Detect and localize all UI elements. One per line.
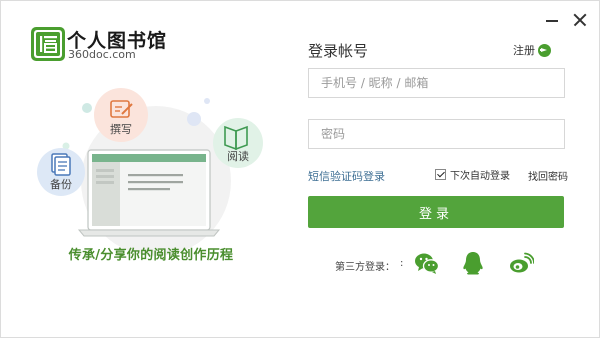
login-window: 个人图书馆 360doc.com 撰写 备份 阅读 传承/分享你的阅读创作历程 … <box>0 0 600 338</box>
register-label: 注册 <box>513 44 535 57</box>
feature-illustration: 撰写 备份 阅读 <box>37 88 263 256</box>
close-button[interactable] <box>571 11 589 29</box>
forgot-password-link[interactable]: 找回密码 <box>528 168 568 183</box>
qq-icon[interactable] <box>460 250 486 276</box>
auto-login-checkbox[interactable] <box>435 169 446 180</box>
feature-read-label: 阅读 <box>227 149 249 163</box>
login-button[interactable]: 登录 <box>308 196 564 228</box>
arrow-right-icon <box>538 43 551 57</box>
bubble <box>82 103 92 113</box>
third-party-separator: : <box>400 258 404 269</box>
username-field[interactable] <box>308 68 565 98</box>
auto-login-label: 下次自动登录 <box>450 171 510 182</box>
sms-login-link[interactable]: 短信验证码登录 <box>308 168 385 184</box>
brand-subtitle: 360doc.com <box>68 48 136 61</box>
feature-backup-label: 备份 <box>50 177 72 191</box>
wechat-icon[interactable] <box>414 250 440 276</box>
weibo-icon[interactable] <box>508 250 534 276</box>
password-field[interactable] <box>308 119 565 149</box>
feature-read: 阅读 <box>213 118 263 168</box>
bubble <box>187 112 201 126</box>
feature-write: 撰写 <box>94 88 148 142</box>
logo-icon <box>31 27 65 61</box>
laptop-icon <box>77 149 221 237</box>
auto-login-option[interactable]: 下次自动登录 <box>435 167 510 182</box>
feature-write-label: 撰写 <box>110 122 132 136</box>
third-party-label: 第三方登录： <box>335 262 395 273</box>
register-link[interactable]: 注册 <box>513 42 551 58</box>
login-title: 登录帐号 <box>308 42 369 60</box>
slogan-text: 传承/分享你的阅读创作历程 <box>68 248 234 263</box>
feature-backup: 备份 <box>37 148 85 196</box>
minimize-button[interactable] <box>543 11 561 29</box>
bubble <box>204 98 210 104</box>
